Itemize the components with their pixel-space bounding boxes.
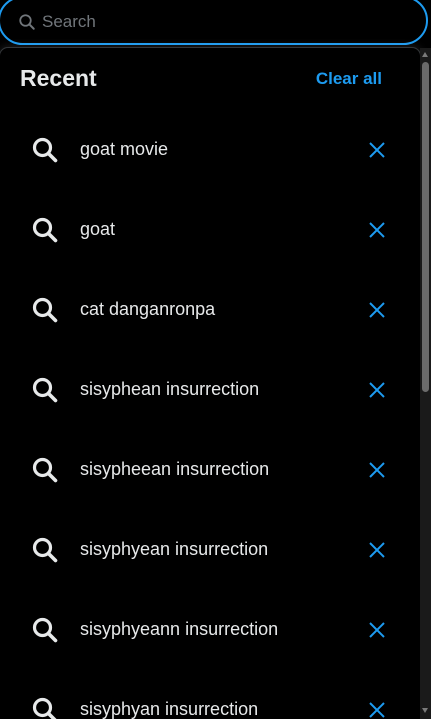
close-icon[interactable] xyxy=(367,300,387,320)
search-icon xyxy=(32,617,58,643)
search-icon xyxy=(32,697,57,719)
recent-item-label: goat movie xyxy=(80,139,169,159)
recent-item[interactable]: cat danganronpa xyxy=(0,270,420,350)
recent-item[interactable]: sisyphyan insurrection xyxy=(0,670,420,719)
search-icon xyxy=(32,377,58,403)
recent-item-label: sisyphyeann insurrection xyxy=(80,619,279,639)
search-icon xyxy=(32,137,58,163)
recent-item[interactable]: sisyphyeann insurrection xyxy=(0,590,420,670)
close-icon[interactable] xyxy=(367,700,387,719)
close-icon[interactable] xyxy=(367,140,387,160)
recent-item-label: sisypheean insurrection xyxy=(80,459,270,479)
close-icon[interactable] xyxy=(367,540,387,560)
close-icon[interactable] xyxy=(367,380,387,400)
scroll-down-arrow-icon[interactable] xyxy=(422,708,428,713)
recent-item[interactable]: goat xyxy=(0,190,420,270)
close-icon[interactable] xyxy=(367,620,387,640)
recent-title: Recent xyxy=(20,65,97,91)
scroll-up-arrow-icon[interactable] xyxy=(422,52,428,57)
recent-header: Recent Clear all xyxy=(0,48,420,110)
search-icon xyxy=(19,14,35,30)
recent-item-label: cat danganronpa xyxy=(80,299,216,319)
search-icon xyxy=(32,217,58,243)
recent-searches-dropdown: Recent Clear all goat movie goat cat dan… xyxy=(0,48,420,719)
recent-item-label: sisyphean insurrection xyxy=(80,379,260,399)
search-input[interactable] xyxy=(42,8,402,36)
close-icon[interactable] xyxy=(367,460,387,480)
scrollbar[interactable] xyxy=(420,48,431,719)
recent-item[interactable]: goat movie xyxy=(0,110,420,190)
recent-list: goat movie goat cat danganronpa sisyphea… xyxy=(0,110,420,719)
clear-all-button[interactable]: Clear all xyxy=(316,69,382,89)
search-icon xyxy=(32,297,58,323)
search-bar[interactable] xyxy=(0,0,428,45)
recent-item-label: goat xyxy=(80,219,116,239)
scrollbar-thumb[interactable] xyxy=(422,62,429,392)
recent-item[interactable]: sisypheean insurrection xyxy=(0,430,420,510)
recent-item-label: sisyphyan insurrection xyxy=(80,699,259,719)
recent-item-label: sisyphyean insurrection xyxy=(80,539,269,559)
search-icon xyxy=(32,537,58,563)
recent-item[interactable]: sisyphyean insurrection xyxy=(0,510,420,590)
recent-item[interactable]: sisyphean insurrection xyxy=(0,350,420,430)
search-icon xyxy=(32,457,58,483)
close-icon[interactable] xyxy=(367,220,387,240)
